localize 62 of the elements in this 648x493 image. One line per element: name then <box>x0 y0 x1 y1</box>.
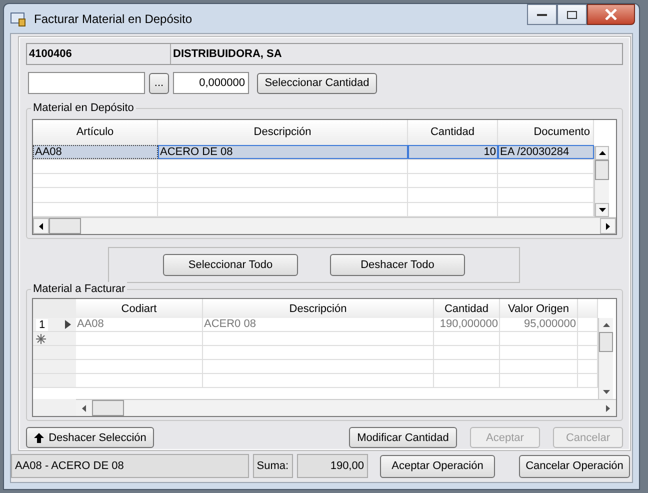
scroll-thumb[interactable] <box>595 160 609 180</box>
column-header[interactable]: Cantidad <box>434 299 500 318</box>
table-cell: 10 <box>408 144 498 159</box>
maximize-icon <box>567 10 577 18</box>
up-arrow-icon <box>602 323 610 327</box>
table-row[interactable]: AA08 ACERO DE 08 10 EA /20030284 <box>33 144 594 160</box>
sum-label: Suma: <box>252 454 293 478</box>
table-cell: EA /20030284 <box>498 144 594 159</box>
footer-button[interactable]: Cancelar Operación <box>518 454 630 478</box>
scroll-thumb[interactable] <box>599 332 613 352</box>
row-number: 1 <box>36 318 48 330</box>
selected-item-field: AA08 - ACERO DE 08 <box>11 454 249 478</box>
undo-selection-button[interactable]: Deshacer Selección <box>26 427 154 448</box>
left-arrow-icon <box>39 222 43 230</box>
right-arrow-icon <box>606 404 610 412</box>
close-icon <box>605 9 617 20</box>
select-quantity-button[interactable]: Seleccionar Cantidad <box>257 72 377 94</box>
table-cell: AA08 <box>76 318 203 331</box>
customer-name: DISTRIBUIDORA, SA <box>172 47 283 62</box>
browse-button[interactable]: ... <box>149 72 169 94</box>
column-header[interactable]: Valor Origen <box>500 299 578 318</box>
new-row-icon <box>36 334 46 344</box>
bulk-button[interactable]: Seleccionar Todo <box>163 254 298 276</box>
down-arrow-icon <box>602 390 610 394</box>
right-arrow-icon <box>606 222 610 230</box>
scroll-up-button[interactable] <box>595 146 609 160</box>
column-header[interactable]: Codiart <box>76 299 203 318</box>
bulk-button[interactable]: Deshacer Todo <box>330 254 465 276</box>
vertical-scrollbar[interactable] <box>598 318 613 399</box>
column-header[interactable]: Descripción <box>203 299 434 318</box>
scroll-down-button[interactable] <box>595 203 609 217</box>
minimize-icon <box>537 14 547 16</box>
horizontal-scrollbar[interactable] <box>33 217 616 234</box>
article-field[interactable] <box>28 72 145 94</box>
table-cell: AA08 <box>33 144 158 159</box>
scroll-thumb[interactable] <box>92 400 124 416</box>
footer-button[interactable]: Aceptar Operación <box>380 454 495 478</box>
scroll-right-button[interactable] <box>600 218 616 234</box>
window-title: Facturar Material en Depósito <box>34 12 192 26</box>
table-cell: 190,000000 <box>434 318 500 331</box>
quantity-field[interactable]: 0,000000 <box>173 72 249 94</box>
action-button[interactable]: Modificar Cantidad <box>349 427 457 448</box>
scroll-left-button[interactable] <box>33 218 49 234</box>
row-header[interactable] <box>33 332 76 345</box>
app-icon <box>10 10 28 26</box>
table-cell: 95,000000 <box>500 318 578 331</box>
scroll-thumb[interactable] <box>49 218 81 234</box>
maximize-button[interactable] <box>557 4 587 25</box>
vertical-scrollbar[interactable] <box>594 146 609 217</box>
up-arrow-icon <box>34 432 44 442</box>
table-cell: ACERO DE 08 <box>158 144 408 159</box>
up-arrow-icon <box>598 151 606 155</box>
customer-code: 4100406 <box>27 44 171 64</box>
horizontal-scrollbar[interactable] <box>76 399 616 416</box>
minimize-button[interactable] <box>527 4 557 25</box>
down-arrow-icon <box>598 208 606 212</box>
table-cell: ACER0 08 <box>203 318 434 331</box>
row-header[interactable]: 1 <box>33 318 76 331</box>
left-arrow-icon <box>82 404 86 412</box>
group-label: Material en Depósito <box>31 101 136 115</box>
close-button[interactable] <box>587 4 635 25</box>
sum-field: 190,00 <box>296 454 368 478</box>
